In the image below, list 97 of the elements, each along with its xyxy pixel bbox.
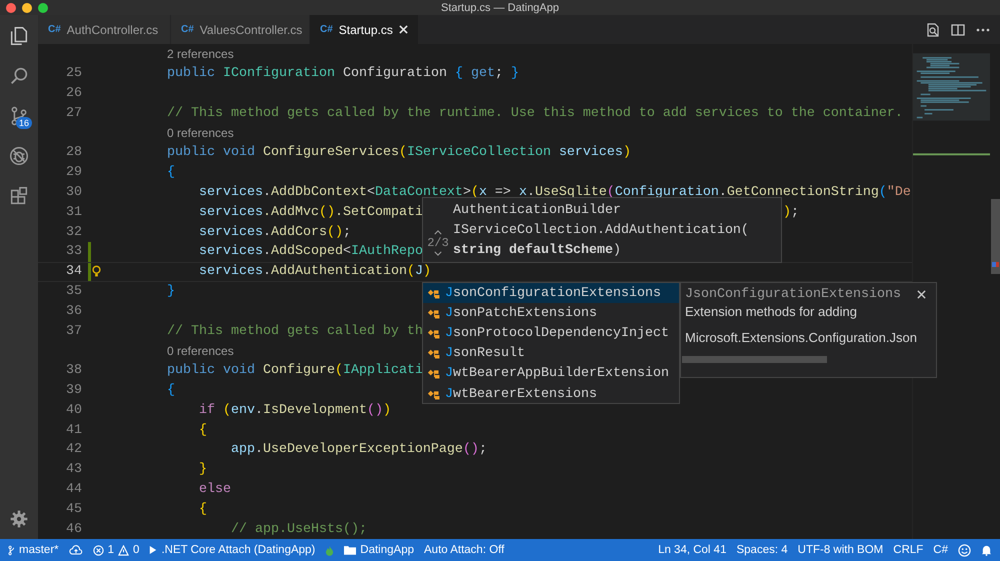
split-editor-icon[interactable] [950, 22, 966, 38]
line-number: 26 [66, 86, 82, 101]
status-item[interactable]: Spaces: 4 [736, 544, 788, 556]
editor-tab[interactable]: C# AuthController.cs [38, 15, 171, 44]
code-line: public IConfiguration Configuration { get; } [166, 66, 519, 82]
close-icon[interactable] [398, 25, 408, 34]
bell-icon[interactable] [981, 544, 992, 556]
details-title: JsonConfigurationExtensions [685, 287, 901, 302]
error-icon [92, 544, 104, 556]
lightbulb-icon[interactable] [92, 264, 101, 278]
editor-tab[interactable]: C# Startup.cs [310, 15, 419, 44]
minimize-window-button[interactable] [22, 2, 32, 12]
line-number: 42 [66, 442, 82, 458]
code-lens[interactable]: 2 references [167, 46, 234, 61]
open-changes-icon[interactable] [925, 22, 941, 38]
code-lens[interactable]: 0 references [167, 126, 234, 140]
signature-text: IServiceCollection.AddAuthentication( [453, 222, 749, 240]
window-title: Startup.cs — DatingApp [441, 2, 559, 14]
line-number: 45 [66, 502, 82, 517]
code-line: public void Configure(IApplicati [166, 363, 423, 378]
status-item[interactable]: C# [933, 544, 948, 556]
maximize-window-button[interactable] [38, 2, 48, 12]
smiley-icon[interactable] [958, 544, 971, 556]
play-icon [149, 545, 158, 555]
line-number: 29 [66, 165, 82, 180]
code-line: // This method gets called by th [166, 324, 423, 339]
suggestion-item[interactable]: JwtBearerExtensions [423, 384, 679, 403]
extensions-icon[interactable] [8, 185, 30, 207]
search-icon[interactable] [8, 65, 30, 87]
line-number: 28 [66, 145, 82, 160]
sync-icon[interactable] [68, 544, 83, 556]
code-line: { [166, 165, 175, 180]
line-number: 38 [66, 363, 82, 378]
code-line: services.AddScoped<IAuthRepo [198, 244, 423, 260]
folder-icon [344, 545, 356, 555]
code-line: else [198, 482, 231, 497]
debug-launch-item[interactable]: .NET Core Attach (DatingApp) [149, 544, 316, 556]
line-number: 40 [66, 402, 82, 418]
details-text: Microsoft.Extensions.Configuration.Json [685, 329, 918, 347]
code-line: app.UseDeveloperExceptionPage(); [230, 442, 487, 458]
suggestion-item[interactable]: JsonConfigurationExtensions [423, 283, 679, 304]
suggestion-item[interactable]: JwtBearerAppBuilderExtension [423, 364, 679, 384]
code-line: // app.UseHsts(); [230, 522, 367, 537]
line-number: 35 [66, 284, 82, 299]
branch-icon [8, 544, 15, 556]
files-icon[interactable] [8, 25, 30, 47]
code-line: ); [783, 204, 799, 220]
signature-text: string defaultScheme) [453, 242, 622, 260]
code-line: services.AddAuthentication(J) [198, 264, 431, 280]
status-item[interactable]: UTF-8 with BOM [798, 544, 884, 556]
auto-attach-item[interactable]: Auto Attach: Off [424, 544, 504, 556]
line-number: 33 [66, 244, 82, 260]
line-number: 41 [66, 422, 82, 438]
suggestion-item[interactable]: JsonProtocolDependencyInject [423, 323, 679, 344]
line-number: 31 [66, 204, 82, 220]
debug-icon[interactable] [8, 145, 30, 167]
line-number: 39 [66, 382, 82, 398]
status-item[interactable]: Ln 34, Col 41 [658, 544, 726, 556]
line-number: 32 [66, 224, 82, 240]
code-line: public void ConfigureServices(IServiceCollection services) [166, 145, 631, 160]
details-text: Extension methods for adding [685, 303, 858, 321]
class-icon [427, 367, 440, 380]
code-line: services.AddCors(); [198, 224, 351, 240]
class-icon [427, 347, 440, 360]
warning-icon [118, 544, 130, 556]
code-line: { [166, 382, 175, 398]
code-line: if (env.IsDevelopment()) [198, 402, 391, 418]
horizontal-scrollbar[interactable] [682, 356, 827, 363]
code-line: } [166, 284, 175, 299]
problems-indicator[interactable]: 1 0 [92, 544, 140, 556]
changes-badge: 16 [16, 117, 32, 129]
line-number: 25 [66, 66, 82, 82]
code-line: // This method gets called by the runtime. Use this method to add services to the container. [166, 106, 903, 121]
suggestion-item[interactable]: JsonPatchExtensions [423, 303, 679, 324]
code-line: { [198, 502, 207, 517]
code-line: } [198, 462, 207, 478]
line-number: 44 [66, 482, 82, 497]
signature-text: AuthenticationBuilder [453, 202, 622, 220]
folder-item[interactable]: DatingApp [344, 544, 414, 556]
code-line: { [198, 422, 207, 438]
settings-icon[interactable] [9, 509, 29, 529]
line-number: 43 [66, 462, 82, 478]
line-number: 34 [66, 264, 82, 280]
status-item[interactable]: CRLF [893, 544, 924, 556]
editor-tab[interactable]: C# ValuesController.cs [171, 15, 310, 44]
close-icon[interactable] [917, 290, 926, 299]
line-number: 27 [66, 106, 82, 121]
close-window-button[interactable] [6, 2, 16, 12]
line-number: 36 [66, 304, 82, 319]
code-lens[interactable]: 0 references [167, 344, 234, 358]
line-number: 37 [66, 324, 82, 339]
line-number: 46 [66, 522, 82, 537]
overload-counter: 2/3 [427, 236, 449, 250]
suggestion-item[interactable]: JsonResult [423, 344, 679, 364]
code-line: services.AddMvc().SetCompati [198, 204, 423, 220]
line-number: 30 [66, 184, 82, 200]
branch-indicator[interactable]: master* [8, 544, 59, 556]
